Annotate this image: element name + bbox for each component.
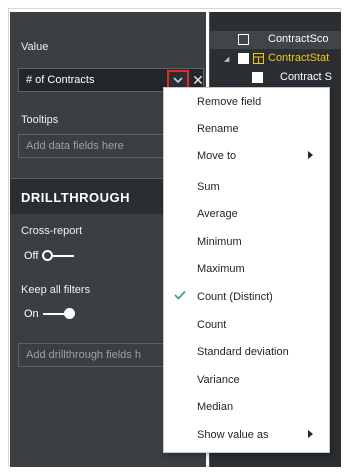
- submenu-arrow-icon: [308, 430, 313, 438]
- menu-item-variance[interactable]: Variance: [164, 367, 329, 393]
- drillthrough-title: DRILLTHROUGH: [21, 190, 131, 205]
- toggle-knob: [42, 250, 54, 261]
- keep-all-filters-state: On: [24, 308, 39, 320]
- field-label: ContractSco: [268, 33, 329, 45]
- tooltips-label: Tooltips: [21, 114, 59, 126]
- menu-item-minimum[interactable]: Minimum: [164, 229, 329, 255]
- submenu-arrow-icon: [308, 151, 313, 159]
- menu-item-remove-field[interactable]: Remove field: [164, 89, 329, 115]
- menu-item-median[interactable]: Median: [164, 394, 329, 420]
- checkmark-icon: [174, 290, 186, 300]
- cross-report-toggle[interactable]: Off: [24, 248, 75, 264]
- tooltips-placeholder: Add data fields here: [26, 140, 124, 152]
- menu-item-sum[interactable]: Sum: [164, 174, 329, 200]
- table-label: ContractStat: [268, 52, 330, 64]
- chevron-down-icon: [173, 76, 183, 83]
- collapse-triangle-icon[interactable]: ◢: [224, 55, 229, 63]
- field-context-menu: Remove field Rename Move to Sum Average …: [163, 87, 330, 453]
- checkbox[interactable]: [252, 72, 263, 83]
- menu-item-count-distinct[interactable]: Count (Distinct): [164, 284, 329, 310]
- menu-item-show-value-as[interactable]: Show value as: [164, 422, 329, 448]
- cross-report-state: Off: [24, 250, 39, 262]
- keep-all-filters-toggle[interactable]: On: [24, 306, 75, 322]
- drillthrough-placeholder: Add drillthrough fields h: [26, 349, 141, 361]
- toggle-knob: [63, 308, 75, 319]
- menu-item-maximum[interactable]: Maximum: [164, 256, 329, 282]
- menu-item-standard-deviation[interactable]: Standard deviation: [164, 339, 329, 365]
- field-row[interactable]: ContractSco: [210, 31, 341, 49]
- cross-report-label: Cross-report: [21, 225, 83, 237]
- menu-item-rename[interactable]: Rename: [164, 116, 329, 142]
- table-row[interactable]: ◢ ContractStat: [210, 50, 341, 68]
- checkbox[interactable]: [238, 34, 249, 45]
- field-row[interactable]: Contract S: [210, 69, 341, 87]
- value-label: Value: [21, 41, 49, 53]
- menu-item-move-to[interactable]: Move to: [164, 143, 329, 169]
- keep-all-filters-label: Keep all filters: [21, 284, 91, 296]
- toggle-track: [42, 307, 75, 321]
- table-icon: [253, 53, 264, 64]
- menu-item-count[interactable]: Count: [164, 312, 329, 338]
- checkbox[interactable]: [238, 53, 249, 64]
- field-label: Contract S: [280, 71, 332, 83]
- value-field-name: # of Contracts: [26, 74, 95, 86]
- toggle-track: [42, 249, 75, 263]
- menu-item-average[interactable]: Average: [164, 201, 329, 227]
